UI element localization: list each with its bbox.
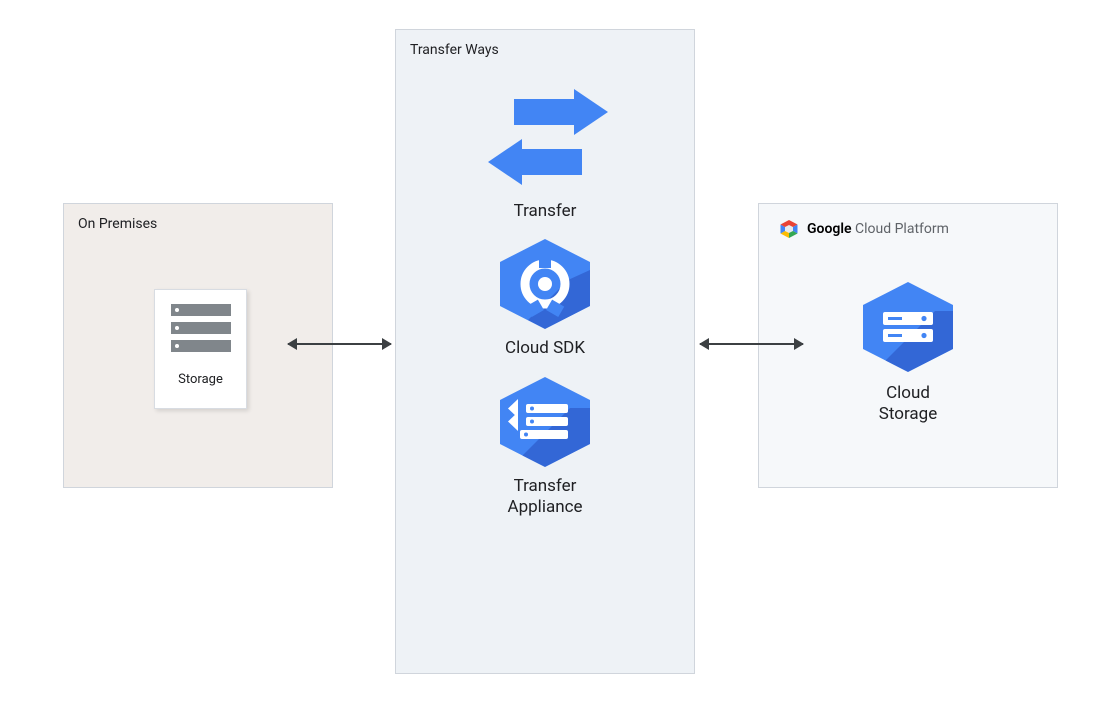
storage-icon — [171, 304, 231, 358]
gcp-brand-rest: Cloud Platform — [855, 221, 949, 237]
gcp-storage-item: Cloud Storage — [855, 279, 961, 426]
connector-onprem-transfer — [288, 343, 391, 345]
onprem-storage-card: Storage — [154, 289, 247, 409]
transfer-title: Transfer Ways — [410, 42, 499, 58]
onprem-title: On Premises — [78, 216, 157, 232]
transfer-label-1: Cloud SDK — [505, 338, 585, 359]
gcp-storage-label: Cloud Storage — [879, 383, 937, 426]
transfer-arrows-icon — [480, 85, 610, 195]
transfer-panel: Transfer Ways Transfer — [395, 29, 695, 674]
gcp-logo-icon — [779, 219, 799, 239]
transfer-item-transfer: Transfer — [480, 85, 610, 222]
transfer-item-cloudsdk: Cloud SDK — [492, 236, 598, 359]
cloud-storage-icon — [855, 279, 961, 375]
connector-transfer-gcp — [700, 343, 803, 345]
transfer-item-appliance: Transfer Appliance — [492, 374, 598, 519]
gcp-header: Google Cloud Platform — [779, 219, 949, 239]
transfer-label-0: Transfer — [514, 201, 577, 222]
gcp-brand-bold: Google — [807, 221, 852, 237]
transfer-label-2: Transfer Appliance — [508, 476, 583, 519]
onprem-storage-label: Storage — [178, 372, 223, 387]
transfer-appliance-icon — [492, 374, 598, 470]
cloud-sdk-icon — [492, 236, 598, 332]
